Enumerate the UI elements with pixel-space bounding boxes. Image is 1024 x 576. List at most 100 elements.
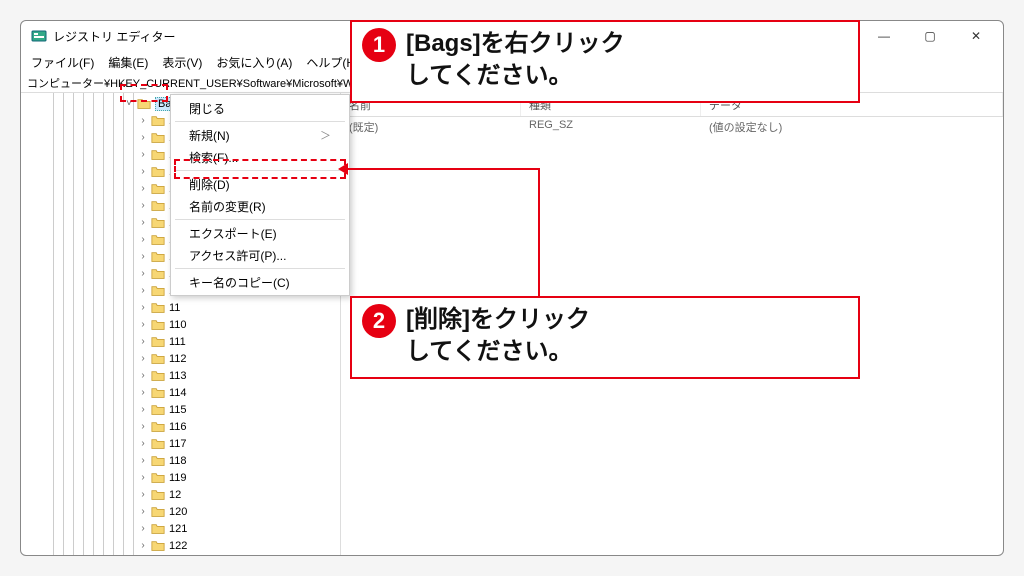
tree-label: 111: [169, 336, 186, 348]
expander-icon[interactable]: ›: [137, 540, 149, 551]
expander-icon[interactable]: ›: [137, 506, 149, 517]
ctx-close[interactable]: 閉じる: [171, 97, 349, 119]
expander-icon[interactable]: ›: [137, 404, 149, 415]
folder-icon: [151, 539, 165, 553]
folder-icon: [151, 335, 165, 349]
folder-icon: [151, 437, 165, 451]
tree-node[interactable]: ›114: [21, 384, 340, 401]
expander-icon[interactable]: ›: [137, 336, 149, 347]
tree-node[interactable]: › 115: [21, 401, 340, 418]
callout-text-2: [削除]をクリック してください。: [406, 304, 590, 369]
tree-label: 113: [169, 370, 187, 382]
expander-icon[interactable]: ›: [137, 234, 149, 245]
folder-icon: [151, 420, 165, 434]
expander-icon[interactable]: ›: [137, 353, 149, 364]
tree-node[interactable]: › 111: [21, 333, 340, 350]
expander-icon[interactable]: ›: [137, 319, 149, 330]
folder-icon: [151, 488, 165, 502]
expander-icon[interactable]: ›: [137, 166, 149, 177]
folder-icon: [151, 199, 165, 213]
callout-1: 1 [Bags]を右クリック してください。: [350, 20, 860, 103]
folder-icon: [137, 97, 151, 111]
tree-label: 12: [169, 489, 181, 501]
expander-icon[interactable]: ›: [137, 183, 149, 194]
folder-icon: [151, 369, 165, 383]
tree-node[interactable]: › 122: [21, 537, 340, 554]
folder-icon: [151, 352, 165, 366]
tree-node[interactable]: › 116: [21, 418, 340, 435]
close-button[interactable]: ✕: [953, 21, 999, 51]
expander-icon[interactable]: ›: [137, 370, 149, 381]
expander-icon[interactable]: ›: [137, 472, 149, 483]
tree-label: 118: [169, 455, 187, 467]
tree-node[interactable]: › 110: [21, 316, 340, 333]
menu-edit[interactable]: 編集(E): [102, 52, 154, 73]
tree-node[interactable]: ›11: [21, 299, 340, 316]
ctx-find[interactable]: 検索(F)...: [171, 146, 349, 168]
expander-icon[interactable]: ›: [137, 251, 149, 262]
folder-icon: [151, 233, 165, 247]
expander-icon[interactable]: ›: [137, 387, 149, 398]
expander-icon[interactable]: ›: [137, 285, 149, 296]
expander-icon[interactable]: ›: [137, 523, 149, 534]
app-icon: [31, 28, 47, 44]
tree-label: 116: [169, 421, 187, 433]
ctx-export[interactable]: エクスポート(E): [171, 222, 349, 244]
folder-icon: [151, 114, 165, 128]
menu-favorites[interactable]: お気に入り(A): [210, 52, 298, 73]
menu-file[interactable]: ファイル(F): [25, 52, 100, 73]
context-menu: 閉じる 新規(N)＞ 検索(F)... 削除(D) 名前の変更(R) エクスポー…: [170, 94, 350, 296]
expander-icon[interactable]: ›: [137, 438, 149, 449]
tree-label: 120: [169, 506, 187, 518]
ctx-delete[interactable]: 削除(D): [171, 173, 349, 195]
list-row[interactable]: (既定) REG_SZ (値の設定なし): [341, 117, 1003, 137]
cell-name: (既定): [341, 117, 521, 137]
expander-icon[interactable]: ›: [137, 421, 149, 432]
folder-icon: [151, 301, 165, 315]
folder-icon: [151, 471, 165, 485]
tree-node[interactable]: › 112: [21, 350, 340, 367]
expander-icon[interactable]: ›: [137, 489, 149, 500]
tree-node[interactable]: › 113: [21, 367, 340, 384]
folder-icon: [151, 165, 165, 179]
expander-icon[interactable]: ›: [137, 200, 149, 211]
folder-icon: [151, 505, 165, 519]
callout-badge-1: 1: [362, 28, 396, 62]
folder-icon: [151, 267, 165, 281]
tree-node[interactable]: ›117: [21, 435, 340, 452]
window-controls: — ▢ ✕: [861, 21, 999, 51]
ctx-copy-key[interactable]: キー名のコピー(C): [171, 271, 349, 293]
expander-icon[interactable]: ›: [137, 132, 149, 143]
maximize-button[interactable]: ▢: [907, 21, 953, 51]
tree-node[interactable]: ›119: [21, 469, 340, 486]
tree-node[interactable]: › 120: [21, 503, 340, 520]
tree-label: 122: [169, 540, 187, 552]
expander-icon[interactable]: ›: [137, 455, 149, 466]
expander-icon[interactable]: ›: [137, 268, 149, 279]
callout-2: 2 [削除]をクリック してください。: [350, 296, 860, 379]
folder-icon: [151, 250, 165, 264]
tree-node[interactable]: › 12: [21, 486, 340, 503]
expander-icon[interactable]: ›: [137, 302, 149, 313]
expander-icon[interactable]: ˅: [123, 98, 135, 109]
ctx-permissions[interactable]: アクセス許可(P)...: [171, 244, 349, 266]
ctx-rename[interactable]: 名前の変更(R): [171, 195, 349, 217]
folder-icon: [151, 386, 165, 400]
callout-badge-2: 2: [362, 304, 396, 338]
tree-node[interactable]: › 118: [21, 452, 340, 469]
tree-node[interactable]: ›121: [21, 520, 340, 537]
folder-icon: [151, 216, 165, 230]
tree-label: 115: [169, 404, 187, 416]
folder-icon: [151, 318, 165, 332]
expander-icon[interactable]: ›: [137, 115, 149, 126]
minimize-button[interactable]: —: [861, 21, 907, 51]
menu-view[interactable]: 表示(V): [156, 52, 208, 73]
ctx-new[interactable]: 新規(N)＞: [171, 124, 349, 146]
tree-node[interactable]: ›123: [21, 554, 340, 555]
tree-label: 112: [169, 353, 187, 365]
folder-icon: [151, 131, 165, 145]
folder-icon: [151, 454, 165, 468]
tree-label: 110: [169, 319, 187, 331]
expander-icon[interactable]: ›: [137, 217, 149, 228]
expander-icon[interactable]: ›: [137, 149, 149, 160]
